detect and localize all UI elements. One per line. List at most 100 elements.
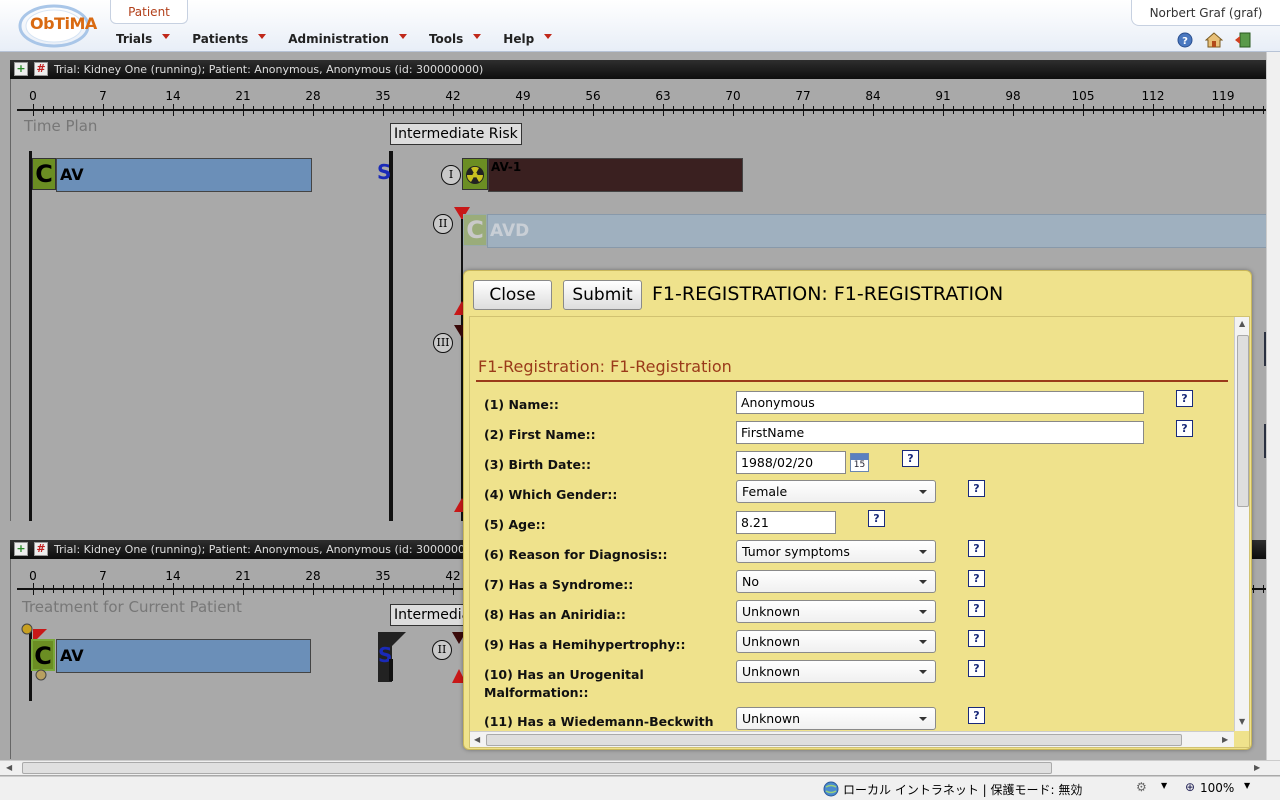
first-name-input[interactable]: FirstName xyxy=(736,421,1144,444)
help-button[interactable]: ? xyxy=(968,600,985,617)
ruler-tick-label: 77 xyxy=(795,89,811,103)
ruler-tick xyxy=(1013,104,1014,116)
birth-date-input[interactable]: 1988/02/20 xyxy=(736,451,846,474)
form-horizontal-scrollbar[interactable]: ◀ ▶ xyxy=(470,731,1234,747)
scroll-up-icon[interactable]: ▲ xyxy=(1239,319,1245,328)
chevron-down-icon[interactable]: ▼ xyxy=(1161,781,1167,790)
help-button[interactable]: ? xyxy=(968,630,985,647)
age-input[interactable]: 8.21 xyxy=(736,511,836,534)
wiedemann-select[interactable]: Unknown xyxy=(736,707,936,730)
user-name[interactable]: Norbert Graf (graf) xyxy=(1131,0,1280,26)
help-button[interactable]: ? xyxy=(968,540,985,557)
ruler-tick xyxy=(353,106,354,114)
ruler-tick-label: 35 xyxy=(375,569,391,583)
ruler-tick xyxy=(323,585,324,593)
stratification-mark[interactable]: S xyxy=(377,160,391,184)
c-badge[interactable]: C xyxy=(32,158,56,190)
help-button[interactable]: ? xyxy=(1176,420,1193,437)
ruler-tick xyxy=(503,106,504,114)
arm-ii-marker[interactable]: II xyxy=(433,214,453,234)
ruler-tick xyxy=(783,106,784,114)
help-button[interactable]: ? xyxy=(968,480,985,497)
ruler-tick xyxy=(663,104,664,116)
patient-tab[interactable]: Patient xyxy=(110,0,188,24)
page-horizontal-scrollbar[interactable]: ◀ ▶ xyxy=(0,760,1280,775)
scroll-thumb[interactable] xyxy=(1237,335,1249,507)
help-button[interactable]: ? xyxy=(968,707,985,724)
av-bar[interactable] xyxy=(56,639,311,673)
grid-icon[interactable]: # xyxy=(34,542,48,556)
home-icon[interactable] xyxy=(1205,31,1223,49)
calendar-icon[interactable]: 15 xyxy=(850,453,869,472)
add-icon[interactable]: + xyxy=(14,542,28,556)
syndrome-select[interactable]: No xyxy=(736,570,936,593)
arm-i-marker[interactable]: I xyxy=(441,165,461,185)
avd-bar[interactable] xyxy=(487,214,1270,248)
ruler-tick xyxy=(803,104,804,116)
urogenital-select[interactable]: Unknown xyxy=(736,660,936,683)
add-icon[interactable]: + xyxy=(14,62,28,76)
avd-c-badge[interactable]: C xyxy=(463,214,487,246)
radiation-badge[interactable] xyxy=(462,158,488,190)
scroll-thumb[interactable] xyxy=(486,734,1182,746)
menu-trials[interactable]: Trials xyxy=(105,28,181,50)
menu-help[interactable]: Help xyxy=(492,28,563,50)
form-row-birth-date: (3) Birth Date:: 1988/02/20 15 ? xyxy=(470,448,1230,478)
ruler-tick xyxy=(323,106,324,114)
help-button[interactable]: ? xyxy=(902,450,919,467)
form-row-aniridia: (8) Has an Aniridia:: Unknown ? xyxy=(470,598,1230,628)
help-icon[interactable]: ? xyxy=(1176,31,1194,49)
scroll-right-icon[interactable]: ▶ xyxy=(1254,763,1260,772)
security-zone[interactable]: ローカル イントラネット | 保護モード: 無効 xyxy=(843,781,1082,798)
ruler-tick xyxy=(93,106,94,114)
reason-select[interactable]: Tumor symptoms xyxy=(736,540,936,563)
globe-icon xyxy=(823,781,839,797)
c-badge[interactable]: C xyxy=(31,639,55,671)
aniridia-select[interactable]: Unknown xyxy=(736,600,936,623)
zoom-icon: ⊕ xyxy=(1185,780,1196,794)
arm-ii-marker[interactable]: II xyxy=(432,640,452,660)
ruler-tick xyxy=(193,106,194,114)
scroll-left-icon[interactable]: ◀ xyxy=(6,763,12,772)
panel-title: Trial: Kidney One (running); Patient: An… xyxy=(54,63,484,76)
grid-icon[interactable]: # xyxy=(34,62,48,76)
window-vertical-scrollbar[interactable] xyxy=(1266,52,1280,760)
menu-administration[interactable]: Administration xyxy=(277,28,418,50)
help-button[interactable]: ? xyxy=(1176,390,1193,407)
submit-button[interactable]: Submit xyxy=(563,280,642,310)
ruler-tick xyxy=(483,106,484,114)
help-button[interactable]: ? xyxy=(968,660,985,677)
hemihypertrophy-select[interactable]: Unknown xyxy=(736,630,936,653)
arm-iii-marker[interactable]: III xyxy=(433,333,453,353)
av1-bar[interactable] xyxy=(488,158,743,192)
ruler-tick xyxy=(673,106,674,114)
name-input[interactable]: Anonymous xyxy=(736,391,1144,414)
handle-icon[interactable] xyxy=(35,669,47,681)
help-button[interactable]: ? xyxy=(868,510,885,527)
scroll-right-icon[interactable]: ▶ xyxy=(1222,735,1228,744)
scroll-left-icon[interactable]: ◀ xyxy=(474,735,480,744)
close-button[interactable]: Close xyxy=(473,280,552,310)
chevron-down-icon[interactable]: ▼ xyxy=(1244,781,1250,790)
ruler-tick xyxy=(453,583,454,595)
help-button[interactable]: ? xyxy=(968,570,985,587)
logout-icon[interactable] xyxy=(1234,31,1252,49)
panel-title: Trial: Kidney One (running); Patient: An… xyxy=(54,543,473,556)
scroll-thumb[interactable] xyxy=(22,762,1052,774)
protected-mode-icon[interactable]: ⚙ xyxy=(1136,780,1147,794)
form-vertical-scrollbar[interactable]: ▲ ▼ xyxy=(1234,317,1249,731)
ruler-tick xyxy=(223,585,224,593)
menu-tools[interactable]: Tools xyxy=(418,28,492,50)
ruler-tick xyxy=(893,106,894,114)
av-bar[interactable] xyxy=(56,158,312,192)
ruler-tick xyxy=(33,583,34,595)
ruler-tick xyxy=(713,106,714,114)
zoom-level[interactable]: 100% xyxy=(1200,781,1234,795)
scroll-down-icon[interactable]: ▼ xyxy=(1239,717,1245,726)
ruler-tick xyxy=(63,585,64,593)
handle-icon[interactable] xyxy=(21,623,33,635)
section-label: Time Plan xyxy=(24,117,98,135)
ruler-tick xyxy=(793,106,794,114)
menu-patients[interactable]: Patients xyxy=(181,28,277,50)
gender-select[interactable]: Female xyxy=(736,480,936,503)
